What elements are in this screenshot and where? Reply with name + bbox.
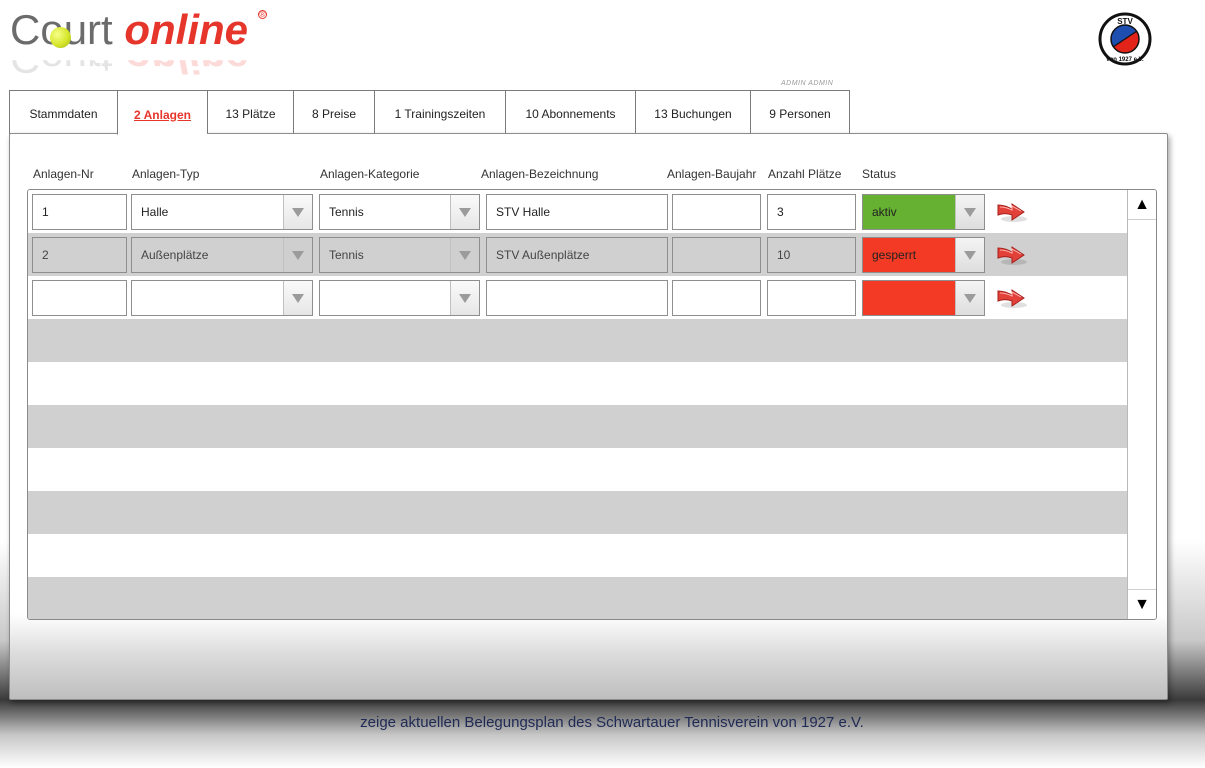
court-online-logo: Court online Court online ® [10, 8, 280, 70]
nr-input[interactable]: 2 [32, 237, 127, 273]
tab-anlagen[interactable]: 2 Anlagen [117, 90, 207, 135]
typ-select[interactable] [131, 280, 313, 316]
empty-row [28, 362, 1127, 405]
vertical-scrollbar[interactable]: ▲ ▼ [1127, 190, 1156, 619]
belegungsplan-link[interactable]: zeige aktuellen Belegungsplan des Schwar… [0, 714, 1205, 731]
status-select[interactable] [862, 280, 985, 316]
column-header-plaetze: Anzahl Plätze [768, 167, 842, 181]
table-row: 2 Außenplätze Tennis STV Außenplätze 10 … [28, 233, 1127, 276]
table-row: 1 Halle Tennis STV Halle 3 aktiv [28, 190, 1127, 233]
column-header-kategorie: Anlagen-Kategorie [320, 167, 420, 181]
empty-row [28, 448, 1127, 491]
bezeichnung-input[interactable] [486, 280, 668, 316]
kategorie-select[interactable]: Tennis [319, 237, 480, 273]
plaetze-input[interactable] [767, 280, 856, 316]
status-value: gesperrt [872, 248, 917, 262]
kategorie-select[interactable]: Tennis [319, 194, 480, 230]
kategorie-select[interactable] [319, 280, 480, 316]
column-header-typ: Anlagen-Typ [132, 167, 200, 181]
emblem-bottom-text: von 1927 e.V. [1106, 57, 1144, 63]
typ-select[interactable]: Außenplätze [131, 237, 313, 273]
kategorie-value: Tennis [329, 205, 364, 219]
empty-row [28, 534, 1127, 577]
baujahr-input[interactable] [672, 194, 761, 230]
club-emblem: STV von 1927 e.V. [1098, 12, 1152, 66]
tab-bar: Stammdaten 2 Anlagen 13 Plätze 8 Preise … [9, 90, 850, 135]
empty-row [28, 319, 1127, 362]
column-header-baujahr: Anlagen-Baujahr [667, 167, 757, 181]
chevron-down-icon[interactable] [955, 238, 984, 272]
typ-value: Halle [141, 205, 169, 219]
arrow-right-icon[interactable] [994, 242, 1030, 268]
column-header-nr: Anlagen-Nr [33, 167, 94, 181]
bezeichnung-input[interactable]: STV Außenplätze [486, 237, 668, 273]
table-row [28, 276, 1127, 319]
tab-personen[interactable]: 9 Personen [750, 90, 850, 134]
anlagen-panel: Anlagen-Nr Anlagen-Typ Anlagen-Kategorie… [9, 133, 1168, 700]
registered-mark: ® [258, 10, 267, 19]
anlagen-grid: 1 Halle Tennis STV Halle 3 aktiv 2 Außen… [27, 189, 1157, 620]
chevron-down-icon[interactable] [955, 195, 984, 229]
tennis-ball-icon [50, 27, 71, 48]
tab-abonnements[interactable]: 10 Abonnements [505, 90, 635, 134]
empty-row [28, 405, 1127, 448]
nr-input[interactable]: 1 [32, 194, 127, 230]
arrow-right-icon[interactable] [994, 285, 1030, 311]
chevron-down-icon[interactable] [955, 281, 984, 315]
chevron-down-icon[interactable] [450, 281, 479, 315]
empty-row [28, 577, 1127, 619]
baujahr-input[interactable] [672, 237, 761, 273]
chevron-down-icon[interactable] [450, 195, 479, 229]
user-label: ADMIN ADMIN [781, 80, 834, 87]
column-header-status: Status [862, 167, 897, 181]
chevron-down-icon[interactable] [283, 281, 312, 315]
tab-buchungen[interactable]: 13 Buchungen [635, 90, 750, 134]
status-select[interactable]: aktiv [862, 194, 985, 230]
scroll-up-icon[interactable]: ▲ [1128, 190, 1156, 220]
baujahr-input[interactable] [672, 280, 761, 316]
chevron-down-icon[interactable] [450, 238, 479, 272]
kategorie-value: Tennis [329, 248, 364, 262]
tab-stammdaten[interactable]: Stammdaten [9, 90, 117, 134]
tab-preise[interactable]: 8 Preise [293, 90, 374, 134]
scroll-down-icon[interactable]: ▼ [1128, 589, 1156, 619]
tab-trainingszeiten[interactable]: 1 Trainingszeiten [374, 90, 505, 134]
status-value: aktiv [872, 205, 897, 219]
plaetze-input[interactable]: 3 [767, 194, 856, 230]
bezeichnung-input[interactable]: STV Halle [486, 194, 668, 230]
arrow-right-icon[interactable] [994, 199, 1030, 225]
column-header-bezeichnung: Anlagen-Bezeichnung [481, 167, 599, 181]
status-select[interactable]: gesperrt [862, 237, 985, 273]
emblem-top-text: STV [1117, 17, 1133, 26]
typ-select[interactable]: Halle [131, 194, 313, 230]
nr-input[interactable] [32, 280, 127, 316]
empty-row [28, 491, 1127, 534]
logo-text: Court online [10, 6, 249, 53]
typ-value: Außenplätze [141, 248, 209, 262]
plaetze-input[interactable]: 10 [767, 237, 856, 273]
chevron-down-icon[interactable] [283, 238, 312, 272]
chevron-down-icon[interactable] [283, 195, 312, 229]
tab-plaetze[interactable]: 13 Plätze [207, 90, 293, 134]
